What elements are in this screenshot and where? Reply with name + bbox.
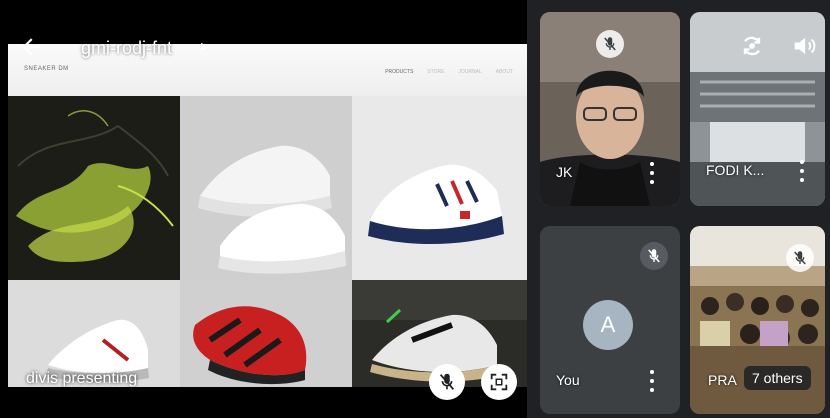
mic-off-icon	[604, 37, 616, 51]
meeting-code[interactable]: gmi-rodj-fnt	[81, 38, 172, 59]
product-image-retro-sneaker	[352, 96, 527, 280]
participant-tile-jk[interactable]: JK	[540, 12, 680, 206]
fullscreen-button[interactable]	[481, 364, 517, 400]
presenter-mic-off-button[interactable]	[429, 364, 465, 400]
slide-nav-item: PRODUCTS	[385, 69, 414, 75]
participant-name: PRA	[708, 372, 737, 388]
switch-camera-icon	[743, 36, 761, 56]
slide-nav-item: ABOUT	[495, 69, 513, 75]
slide-nav-item: JOURNAL	[458, 69, 482, 75]
product-image-sketch	[8, 96, 180, 280]
slide-nav-item: STORE	[427, 69, 445, 75]
participant-name: JK	[556, 164, 573, 180]
presenting-label: divis presenting	[26, 370, 138, 387]
avatar: A	[583, 300, 633, 350]
more-vertical-icon[interactable]	[648, 370, 656, 392]
meet-screen: SNEAKER DM PRODUCTS STORE JOURNAL ABOUT	[0, 0, 830, 418]
participant-name: FODI K...	[706, 162, 765, 178]
mic-off-icon	[794, 251, 806, 265]
product-image-white-sneakers	[180, 96, 352, 280]
more-vertical-icon[interactable]	[648, 162, 656, 184]
mic-off-icon	[439, 373, 455, 390]
volume-icon	[794, 37, 816, 55]
participant-tile-fodi[interactable]: FODI K...	[690, 12, 825, 206]
slide-nav: PRODUCTS STORE JOURNAL ABOUT	[385, 69, 513, 75]
presentation-top-bar: gmi-rodj-fnt ▶	[0, 28, 527, 68]
switch-camera-button[interactable]	[738, 32, 766, 60]
participant-muted-indicator	[640, 242, 668, 270]
fullscreen-icon	[490, 373, 508, 391]
presentation-area[interactable]: SNEAKER DM PRODUCTS STORE JOURNAL ABOUT	[0, 0, 527, 418]
arrow-left-icon[interactable]	[18, 34, 44, 60]
others-count-badge[interactable]: 7 others	[744, 366, 811, 390]
mic-off-icon	[648, 249, 660, 263]
volume-button[interactable]	[790, 32, 818, 60]
more-vertical-icon[interactable]	[798, 160, 806, 182]
participant-name: You	[556, 372, 580, 388]
product-image-red-cleat	[180, 280, 352, 387]
participant-muted-indicator	[596, 30, 624, 58]
participant-muted-indicator	[786, 244, 814, 272]
product-grid	[8, 96, 527, 387]
shared-slide: SNEAKER DM PRODUCTS STORE JOURNAL ABOUT	[8, 44, 527, 387]
chevron-right-icon[interactable]: ▶	[201, 40, 209, 53]
